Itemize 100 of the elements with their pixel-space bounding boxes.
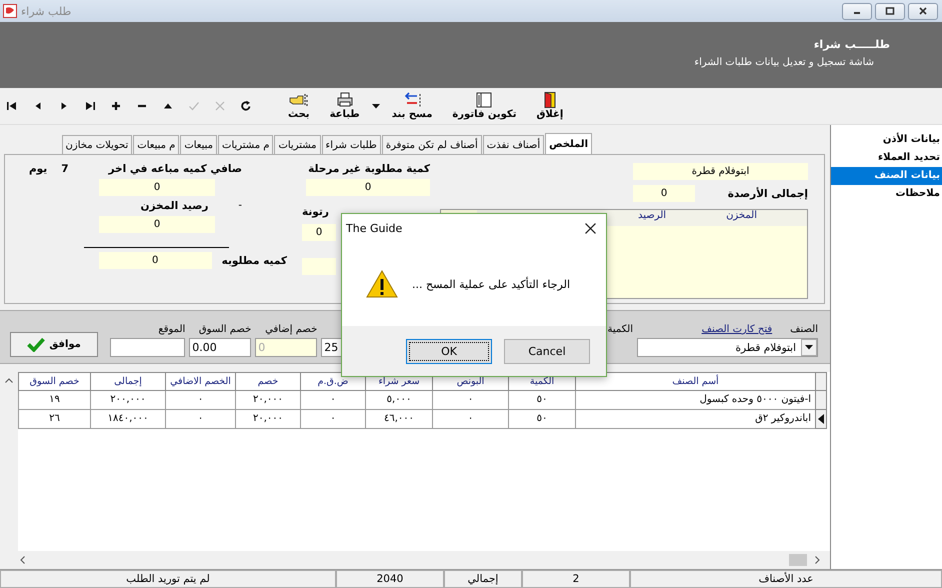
pending-quantity-field: 0: [306, 179, 430, 196]
table-cell: اباندروكير ٢ق: [575, 410, 815, 429]
tab[interactable]: م مشتريات: [218, 135, 274, 154]
tab[interactable]: تحويلات مخازن: [62, 135, 132, 154]
column-header: المخزن: [726, 210, 757, 223]
close-button[interactable]: [908, 2, 938, 20]
table-cell: ٠: [165, 410, 235, 429]
field-label: رصيد المخزن: [140, 200, 208, 212]
days-value: 7: [61, 163, 69, 175]
table-cell: ٢٦: [18, 410, 90, 429]
tab[interactable]: أصناف لم تكن متوفرة: [382, 135, 482, 154]
field-label: الكمية: [607, 324, 633, 335]
dialog-button[interactable]: Cancel: [504, 338, 590, 364]
plus-icon[interactable]: [110, 100, 122, 112]
item-name-field: ابتوفلام قطرة: [633, 163, 808, 180]
table-cell: ٢٠٠,٠٠٠: [90, 391, 165, 410]
print-button[interactable]: طباعة: [330, 92, 360, 120]
field-label: كمية مطلوبة غير مرحلة: [308, 163, 430, 175]
days-unit: يوم: [28, 163, 48, 175]
dropdown-arrow-icon: [805, 345, 813, 350]
tab[interactable]: م مبيعات: [133, 135, 180, 154]
table-cell: ٤٦,٠٠٠: [365, 410, 432, 429]
field-label: صافي كميه مباعه في اخر: [108, 163, 242, 175]
table-cell: ٠: [300, 410, 365, 429]
net-sold-field: 0: [99, 179, 215, 196]
window-title: طلب شراء: [21, 4, 72, 18]
tab[interactable]: طلبات شراء: [322, 135, 381, 154]
status-cell: إجمالي: [444, 570, 522, 588]
corner-header: [815, 372, 827, 391]
dialog-button[interactable]: OK: [406, 338, 492, 364]
status-cell: لم يتم توريد الطلب: [0, 570, 336, 588]
sidebar-item[interactable]: ملاحظات: [831, 185, 942, 203]
first-record-icon[interactable]: [6, 100, 18, 112]
field-label: خصم السوق: [198, 324, 252, 335]
close-form-button[interactable]: إغلاق: [536, 92, 564, 120]
sidebar-item[interactable]: بيانات الأذن: [831, 131, 942, 149]
table-cell: ٠: [165, 391, 235, 410]
warning-icon: [366, 270, 398, 298]
tab[interactable]: الملخص: [545, 133, 592, 154]
column-header: الرصيد: [638, 210, 666, 223]
maximize-button[interactable]: [875, 2, 905, 20]
table-cell: ٠: [300, 391, 365, 410]
table-cell: ١٩: [18, 391, 90, 410]
status-cell: عدد الأصناف: [630, 570, 942, 588]
field-label: الموقع: [158, 324, 186, 335]
row-header[interactable]: [815, 410, 827, 429]
column-header: ض.ق.م: [300, 372, 365, 391]
tab[interactable]: أصناف نفذت: [482, 135, 544, 154]
column-header: خصم السوق: [18, 372, 90, 391]
field-label: رتونة: [302, 206, 329, 218]
current-row-icon: [818, 414, 824, 424]
carton-field: 0: [302, 224, 336, 241]
printer-icon: [334, 92, 355, 108]
status-cell: 2040: [336, 570, 444, 588]
table-cell: ٠: [432, 410, 508, 429]
table-cell: ٢٠,٠٠٠: [235, 410, 300, 429]
location-field[interactable]: [110, 338, 186, 357]
column-header: خصم: [235, 372, 300, 391]
table-cell: ٠: [432, 391, 508, 410]
scroll-up-icon: [5, 378, 13, 383]
field-label: خصم إضافي: [265, 324, 318, 335]
required-quantity-field: 0: [98, 252, 212, 269]
store-balance-field: 0: [99, 216, 215, 233]
invoice-button[interactable]: تكوين فاتورة: [452, 92, 516, 120]
table-cell: ا-فيتون ٥٠٠٠ وحده كبسول: [575, 391, 815, 410]
field-label: الصنف: [790, 324, 818, 335]
dialog-message: الرجاء التأكيد على عملية المسح ...: [412, 278, 570, 290]
sidebar-item[interactable]: بيانات الصنف: [831, 167, 942, 185]
tab[interactable]: مبيعات: [180, 135, 218, 154]
dash-text: -: [238, 200, 242, 212]
close-icon[interactable]: [585, 222, 596, 234]
item-combobox[interactable]: ابتوفلام قطرة: [637, 338, 818, 357]
field-label: إجمالى الأرصدة: [728, 188, 808, 200]
market-discount-field[interactable]: 0.00: [189, 338, 252, 357]
last-record-icon[interactable]: [84, 100, 96, 112]
status-cell: 2: [522, 570, 630, 588]
tab[interactable]: مشتريات: [274, 135, 321, 154]
maximize-icon: [885, 6, 895, 16]
column-header: الخصم الاضافي: [165, 372, 235, 391]
refresh-icon[interactable]: [240, 100, 252, 112]
total-balance-field: 0: [633, 185, 695, 202]
scroll-right-icon: [815, 556, 820, 564]
dialog-title: The Guide: [346, 222, 402, 234]
form-subtitle: شاشة تسجيل و تعديل بيانات طلبات الشراء: [694, 57, 874, 68]
arrows-icon: [402, 92, 422, 108]
column-header: إجمالى: [90, 372, 165, 391]
column-header: أسم الصنف: [575, 372, 815, 391]
dropdown-arrow-icon[interactable]: [372, 104, 380, 108]
search-button[interactable]: بحث: [288, 92, 310, 120]
minimize-button[interactable]: [842, 2, 872, 20]
ok-button[interactable]: موافق: [10, 332, 98, 357]
checkmark-icon: [27, 337, 46, 352]
table-cell: ٥٠: [508, 391, 575, 410]
item-card-link[interactable]: فتح كارت الصنف: [702, 324, 772, 335]
table-cell: ١٨٤٠,٠٠٠: [90, 410, 165, 429]
field-label: كميه مطلوبه: [222, 254, 287, 266]
sidebar-item[interactable]: تحديد العملاء: [831, 149, 942, 167]
scroll-left-icon: [20, 556, 25, 564]
form-title: طلـــــب شراء: [814, 38, 890, 51]
delete-line-button[interactable]: مسح بند: [392, 92, 432, 120]
